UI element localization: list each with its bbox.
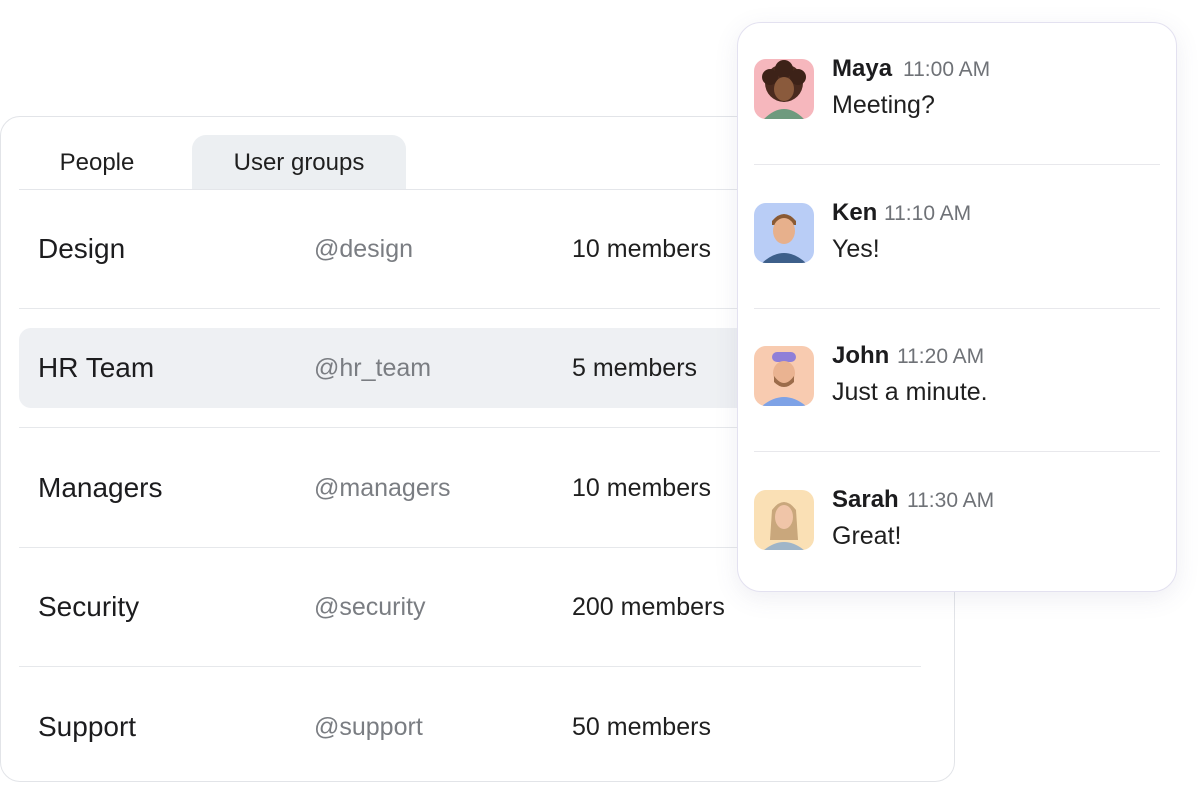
tab-people[interactable]: People xyxy=(19,135,175,189)
message-time: 11:00 AM xyxy=(903,58,991,81)
message-time: 11:20 AM xyxy=(897,345,985,368)
message-text: Great! xyxy=(832,522,902,550)
group-member-count: 10 members xyxy=(572,235,711,263)
message-sender: Sarah xyxy=(832,486,899,513)
group-name: Design xyxy=(38,233,126,264)
group-member-count: 5 members xyxy=(572,354,698,382)
avatar-maya xyxy=(754,59,814,119)
group-member-count: 200 members xyxy=(572,593,725,621)
group-name: Managers xyxy=(38,472,163,503)
group-handle: @managers xyxy=(314,474,451,502)
chat-message[interactable]: John 11:20 AM Just a minute. xyxy=(754,342,1160,456)
group-row-support[interactable]: Support @support 50 members xyxy=(19,687,921,767)
message-text: Just a minute. xyxy=(832,378,988,406)
chat-message[interactable]: Ken 11:10 AM Yes! xyxy=(754,199,1160,313)
message-sender: John xyxy=(832,342,890,369)
group-handle: @security xyxy=(314,593,426,621)
message-text: Meeting? xyxy=(832,91,935,119)
chat-message[interactable]: Sarah 11:30 AM Great! xyxy=(754,486,1160,600)
group-handle: @hr_team xyxy=(314,354,432,382)
group-handle: @design xyxy=(314,235,414,263)
avatar-sarah xyxy=(754,490,814,550)
message-sender: Ken xyxy=(832,199,878,226)
group-member-count: 50 members xyxy=(572,713,711,741)
chat-message[interactable]: Maya 11:00 AM Meeting? xyxy=(754,55,1160,169)
message-time: 11:30 AM xyxy=(907,489,995,512)
chat-panel: Maya 11:00 AM Meeting? Ken 11:10 AM Yes! xyxy=(737,22,1177,592)
row-divider xyxy=(19,666,921,667)
avatar-john xyxy=(754,346,814,406)
message-time: 11:10 AM xyxy=(884,202,972,225)
group-member-count: 10 members xyxy=(572,474,711,502)
group-name: Support xyxy=(38,711,137,742)
avatar-ken xyxy=(754,203,814,263)
message-divider xyxy=(754,308,1160,309)
message-text: Yes! xyxy=(832,235,880,263)
group-handle: @support xyxy=(314,713,423,741)
tab-user-groups[interactable]: User groups xyxy=(192,135,406,189)
message-divider xyxy=(754,451,1160,452)
group-name: Security xyxy=(38,591,140,622)
message-sender: Maya xyxy=(832,55,893,82)
group-name: HR Team xyxy=(38,352,155,383)
message-divider xyxy=(754,164,1160,165)
